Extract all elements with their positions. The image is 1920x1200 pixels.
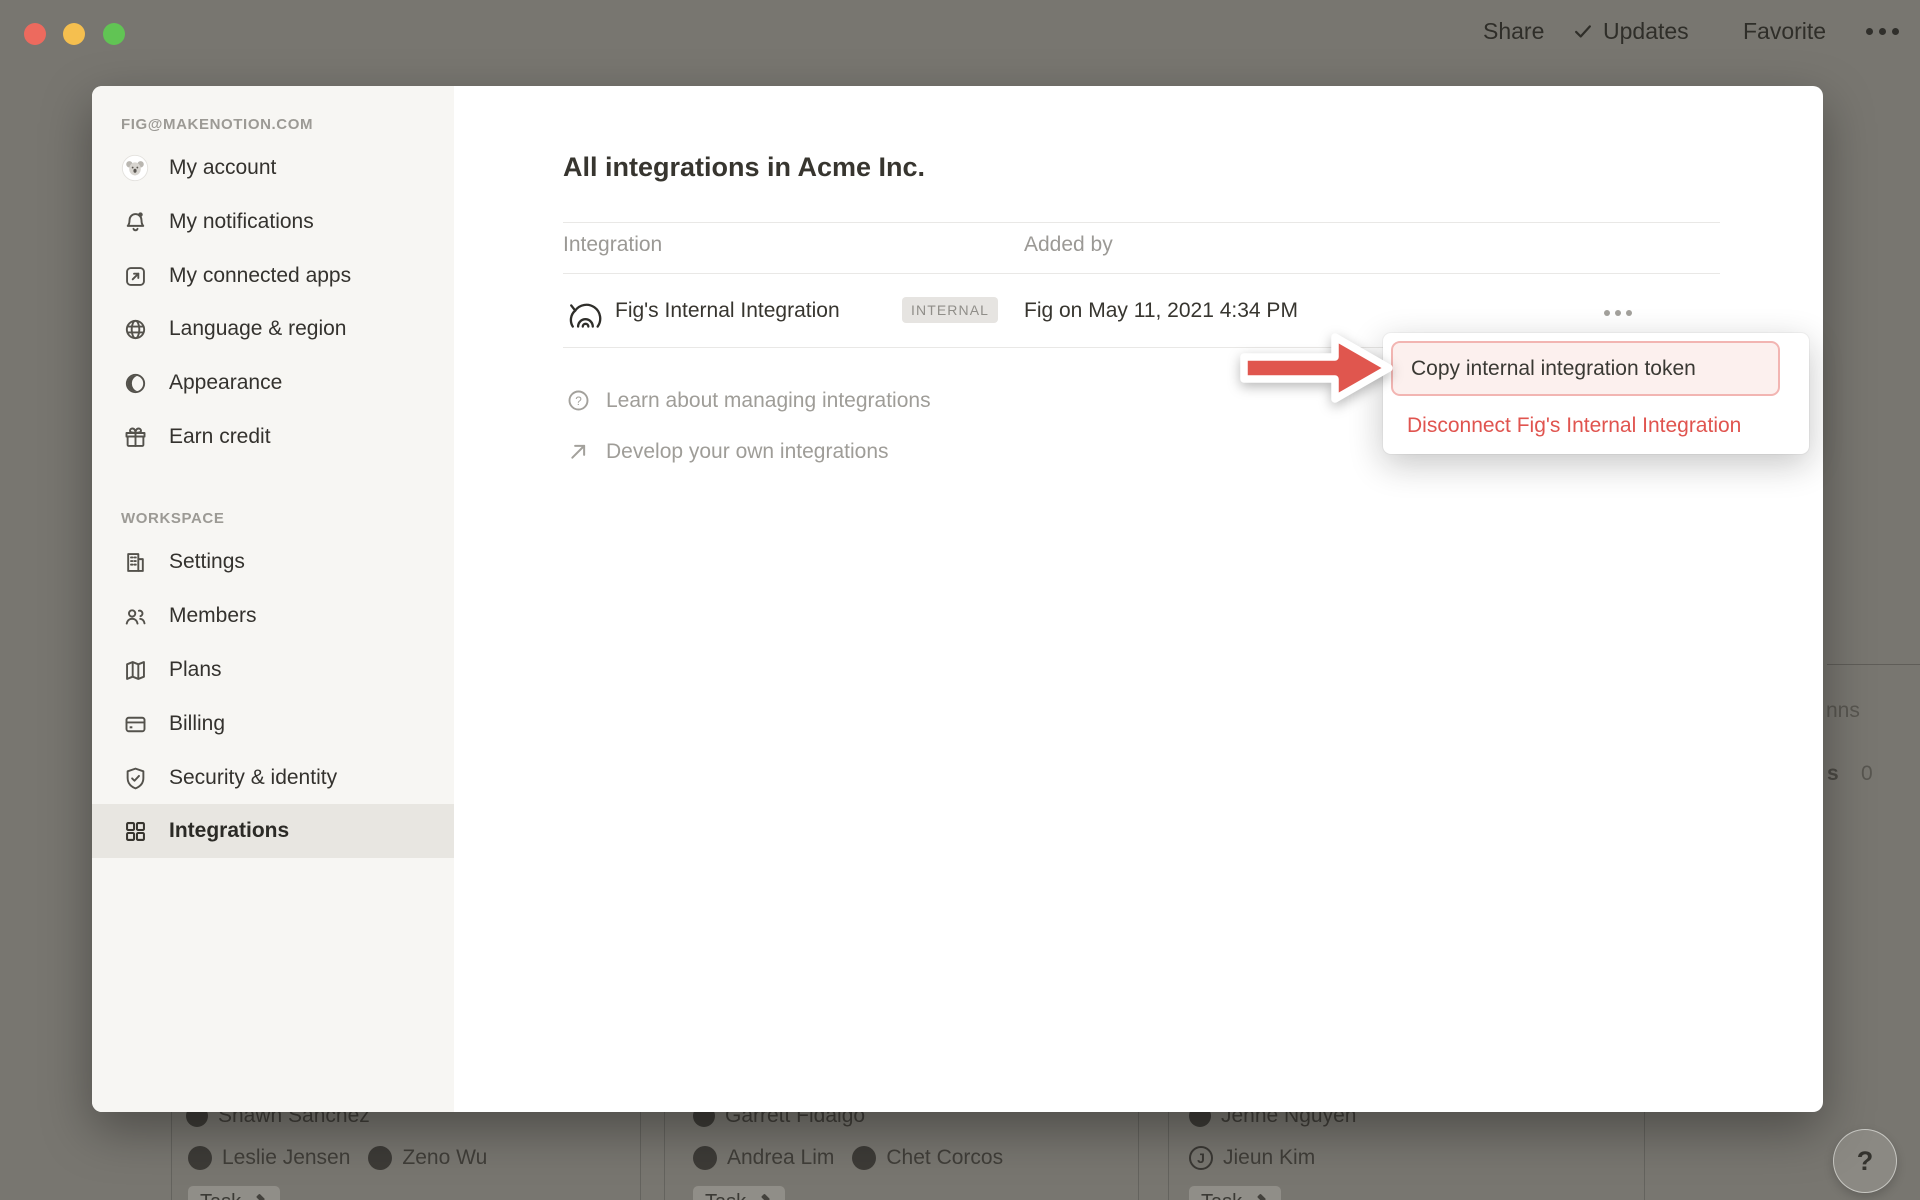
person-name: Leslie Jensen (222, 1146, 350, 1170)
sidebar-item-integrations[interactable]: Integrations (92, 804, 454, 858)
copy-internal-token-menu-item[interactable]: Copy internal integration token (1391, 341, 1780, 396)
person-name: Andrea Lim (727, 1146, 834, 1170)
annotation-arrow-icon (1238, 329, 1396, 407)
credit-card-icon (121, 710, 149, 738)
sidebar-item-label: My account (169, 156, 276, 180)
row-more-options-button[interactable] (1604, 310, 1632, 316)
workspace-header: WORKSPACE (121, 510, 224, 527)
link-label: Develop your own integrations (606, 440, 889, 464)
task-label: Task (200, 1191, 241, 1200)
sidebar-item-earn-credit[interactable]: Earn credit (92, 410, 454, 464)
board-card-members-row: J Jieun Kim (1189, 1146, 1315, 1170)
hammer-icon (1250, 1193, 1269, 1200)
sidebar-item-label: Plans (169, 658, 222, 682)
sidebar-item-label: Billing (169, 712, 225, 736)
globe-icon (121, 315, 149, 343)
avatar (188, 1146, 212, 1170)
gift-icon (121, 423, 149, 451)
sidebar-item-label: My connected apps (169, 264, 351, 288)
person-name: Zeno Wu (402, 1146, 487, 1170)
sidebar-item-security-identity[interactable]: Security & identity (92, 751, 454, 805)
person-name: Chet Corcos (886, 1146, 1003, 1170)
table-divider (563, 222, 1720, 223)
develop-integrations-link[interactable]: Develop your own integrations (565, 438, 889, 465)
avatar (368, 1146, 392, 1170)
integration-context-menu: Copy internal integration token Disconne… (1383, 333, 1809, 454)
integration-name: Fig's Internal Integration (615, 299, 840, 323)
background-text-fragment: nns (1826, 699, 1860, 723)
sidebar-item-billing[interactable]: Billing (92, 697, 454, 751)
moon-icon (121, 369, 149, 397)
sidebar-item-label: Members (169, 604, 257, 628)
internal-badge: INTERNAL (902, 297, 998, 323)
sidebar-item-label: My notifications (169, 210, 314, 234)
avatar (693, 1146, 717, 1170)
sidebar-item-my-account[interactable]: My account (92, 141, 454, 195)
more-options-button[interactable] (1866, 16, 1899, 46)
building-icon (121, 548, 149, 576)
sidebar-item-members[interactable]: Members (92, 589, 454, 643)
updates-button[interactable]: Updates (1572, 16, 1689, 46)
sidebar-item-language-region[interactable]: Language & region (92, 302, 454, 356)
task-chip: Task (693, 1186, 785, 1200)
sidebar-item-label: Appearance (169, 371, 282, 395)
people-icon (121, 602, 149, 630)
task-label: Task (705, 1191, 746, 1200)
table-divider (563, 273, 1720, 274)
sidebar-item-label: Language & region (169, 317, 347, 341)
page-title: All integrations in Acme Inc. (563, 152, 925, 183)
board-card-members-row: Leslie Jensen Zeno Wu (188, 1146, 487, 1170)
person-name: Jieun Kim (1223, 1146, 1315, 1170)
close-window-button[interactable] (24, 23, 46, 45)
check-icon (1572, 20, 1594, 42)
minimize-window-button[interactable] (63, 23, 85, 45)
sidebar-item-label: Security & identity (169, 766, 337, 790)
screen: Share Updates Favorite nns s 0 Shawn San… (0, 0, 1920, 1200)
map-icon (121, 656, 149, 684)
avatar (852, 1146, 876, 1170)
settings-modal: FIG@MAKENOTION.COM My account My notific… (92, 86, 1823, 1112)
help-button[interactable]: ? (1833, 1129, 1897, 1193)
sidebar-item-label: Integrations (169, 819, 289, 843)
fig-integration-icon (568, 291, 602, 336)
updates-label: Updates (1603, 18, 1689, 45)
svg-text:?: ? (575, 394, 582, 408)
question-circle-icon: ? (565, 387, 592, 414)
hammer-icon (754, 1193, 773, 1200)
learn-integrations-link[interactable]: ? Learn about managing integrations (565, 387, 931, 414)
background-text-fragment: s (1827, 762, 1839, 786)
sidebar-item-plans[interactable]: Plans (92, 643, 454, 697)
sidebar-item-appearance[interactable]: Appearance (92, 356, 454, 410)
box-arrow-icon (121, 262, 149, 290)
integration-added-by: Fig on May 11, 2021 4:34 PM (1024, 299, 1298, 323)
background-count-fragment: 0 (1861, 762, 1873, 786)
sidebar-item-label: Settings (169, 550, 245, 574)
task-chip: Task (1189, 1186, 1281, 1200)
share-button[interactable]: Share (1483, 16, 1544, 46)
board-card-members-row: Andrea Lim Chet Corcos (693, 1146, 1003, 1170)
settings-sidebar: FIG@MAKENOTION.COM My account My notific… (92, 86, 454, 1112)
account-email-header: FIG@MAKENOTION.COM (121, 116, 313, 133)
grid-icon (121, 817, 149, 845)
sidebar-item-settings[interactable]: Settings (92, 535, 454, 589)
link-label: Learn about managing integrations (606, 389, 931, 413)
avatar-letter: J (1189, 1146, 1213, 1170)
column-header-integration: Integration (563, 233, 662, 257)
disconnect-integration-menu-item[interactable]: Disconnect Fig's Internal Integration (1407, 414, 1741, 438)
shield-check-icon (121, 764, 149, 792)
sidebar-item-my-notifications[interactable]: My notifications (92, 195, 454, 249)
favorite-button[interactable]: Favorite (1743, 16, 1826, 46)
bell-icon (121, 208, 149, 236)
arrow-ne-icon (565, 438, 592, 465)
column-header-added-by: Added by (1024, 233, 1113, 257)
user-avatar-icon (121, 154, 149, 182)
task-label: Task (1201, 1191, 1242, 1200)
background-divider (1827, 664, 1920, 665)
task-chip: Task (188, 1186, 280, 1200)
zoom-window-button[interactable] (103, 23, 125, 45)
sidebar-item-my-connected-apps[interactable]: My connected apps (92, 249, 454, 303)
sidebar-item-label: Earn credit (169, 425, 271, 449)
hammer-icon (249, 1193, 268, 1200)
